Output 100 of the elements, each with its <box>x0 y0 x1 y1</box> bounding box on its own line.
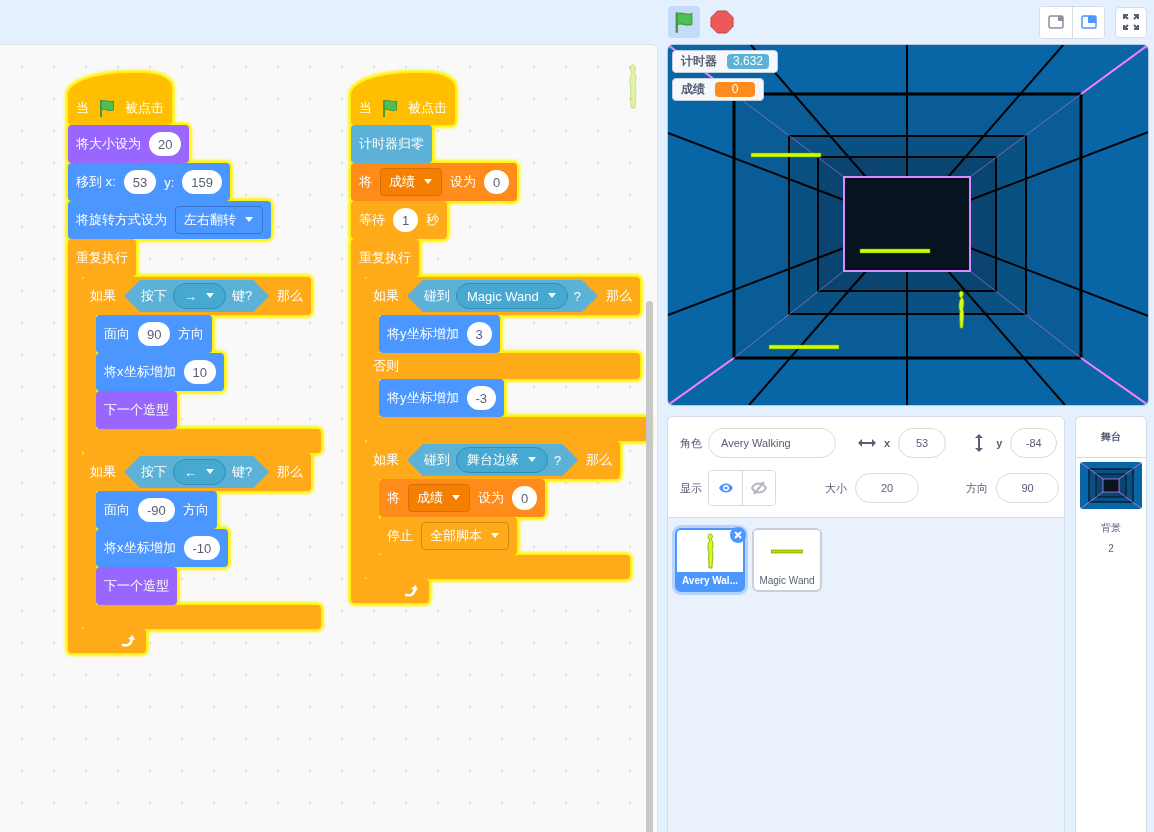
block-label: ? <box>573 288 581 304</box>
sprite-tile[interactable]: Magic Wand <box>752 528 822 592</box>
block-label: 将旋转方式设为 <box>76 211 167 229</box>
block-label: 下一个造型 <box>104 401 169 419</box>
command-block[interactable]: 面向 -90 方向 <box>96 491 217 529</box>
caret-icon <box>205 469 215 475</box>
block-label: 计时器归零 <box>359 135 424 153</box>
show-label: 显示 <box>680 480 703 496</box>
sprite-name: Magic Wand <box>759 575 815 586</box>
command-block[interactable]: 将大小设为 20 <box>68 125 190 163</box>
number-input[interactable]: -90 <box>138 498 175 522</box>
number-input[interactable]: 0 <box>512 486 538 510</box>
block-label: 重复执行 <box>359 249 411 267</box>
normal-stage-button[interactable] <box>1072 6 1104 38</box>
wand-sprite[interactable] <box>859 248 931 254</box>
number-input[interactable]: 3 <box>466 322 492 346</box>
block-label: y: <box>164 174 175 190</box>
command-block[interactable]: 将y坐标增加 -3 <box>379 379 505 417</box>
block-label: 停止 <box>387 527 413 545</box>
number-input[interactable]: 10 <box>183 360 216 384</box>
normal-stage-icon <box>1080 15 1097 29</box>
block-label: 当 <box>359 98 372 117</box>
small-stage-icon <box>1048 15 1064 29</box>
caret-icon <box>244 217 254 223</box>
block-label: 重复执行 <box>76 249 128 267</box>
hide-sprite-button[interactable] <box>742 471 775 505</box>
block-label: 如果 <box>90 463 116 481</box>
size-label: 大小 <box>825 480 847 496</box>
block-label: 键? <box>232 463 253 481</box>
block-label: 方向 <box>178 325 205 343</box>
block-label: 将x坐标增加 <box>104 363 176 381</box>
block-label: 将 <box>359 173 372 191</box>
block-label: 下一个造型 <box>104 577 169 595</box>
caret-icon <box>490 533 500 539</box>
eye-slash-icon <box>751 480 767 496</box>
fullscreen-button[interactable] <box>1115 6 1147 38</box>
caret-icon <box>527 457 537 463</box>
x-label: x <box>884 437 891 449</box>
block-label: 那么 <box>277 463 304 481</box>
block-label: 那么 <box>277 287 304 305</box>
block-label: 将y坐标增加 <box>387 389 459 407</box>
caret-icon <box>451 495 461 501</box>
number-input[interactable]: -3 <box>466 386 497 410</box>
backdrop-count: 2 <box>1108 543 1114 554</box>
wand-sprite[interactable] <box>750 152 822 158</box>
sprite-label: 角色 <box>680 435 703 451</box>
caret-icon <box>205 293 215 299</box>
block-label: 被点击 <box>408 98 447 117</box>
number-input[interactable]: 1 <box>393 208 419 232</box>
direction-label: 方向 <box>966 480 988 496</box>
monitor-label: 成绩 <box>681 81 705 98</box>
variable-monitor[interactable]: 成绩 0 <box>672 78 764 101</box>
block-label: 面向 <box>104 501 130 519</box>
flag-button[interactable] <box>668 6 700 38</box>
caret-icon <box>546 293 557 299</box>
block-label: 方向 <box>182 501 209 519</box>
variable-monitor[interactable]: 计时器 3.632 <box>672 50 779 73</box>
wand-sprite[interactable] <box>768 344 840 350</box>
block-label: 如果 <box>373 287 399 305</box>
delete-button[interactable] <box>730 527 746 543</box>
number-input[interactable]: 20 <box>149 132 182 156</box>
backdrop-thumbnail[interactable] <box>1080 462 1142 509</box>
fullscreen-icon <box>1123 14 1139 30</box>
walking-figure-drawing[interactable] <box>958 290 965 329</box>
command-block[interactable]: 移到 x: 53 y: 159 <box>68 163 231 201</box>
block-label: 将y坐标增加 <box>387 325 459 343</box>
block-label: 如果 <box>373 451 399 469</box>
block-label: 那么 <box>606 287 632 305</box>
command-block[interactable]: 将 成绩 设为 0 <box>351 163 518 201</box>
block-label: 碰到 <box>424 287 450 305</box>
command-block[interactable]: 将x坐标增加 10 <box>96 353 224 391</box>
block-label: 将x坐标增加 <box>104 539 176 557</box>
number-input[interactable]: 0 <box>484 170 510 194</box>
loop-arrow-icon <box>403 584 419 598</box>
block-label: 将大小设为 <box>76 135 141 153</box>
block-label: 秒 <box>426 211 440 229</box>
sprite-figure-icon <box>627 63 639 111</box>
command-block[interactable]: 下一个造型 <box>96 567 177 605</box>
command-block[interactable]: 面向 90 方向 <box>96 315 213 353</box>
block-label: 等待 <box>359 211 385 229</box>
number-input[interactable]: -10 <box>183 536 221 560</box>
command-block[interactable]: 等待 1 秒 <box>351 201 448 239</box>
eye-icon <box>717 482 734 494</box>
block-label: ? <box>554 452 562 468</box>
number-input[interactable]: 53 <box>123 170 157 194</box>
block-label: 面向 <box>104 325 130 343</box>
block-label: 如果 <box>90 287 116 305</box>
number-input[interactable]: 159 <box>182 170 223 194</box>
close-icon <box>734 531 742 539</box>
command-block[interactable]: 将 成绩 设为 0 <box>379 479 546 517</box>
command-block[interactable]: 将y坐标增加 3 <box>379 315 500 353</box>
command-block[interactable]: 将x坐标增加 -10 <box>96 529 229 567</box>
block-label: 当 <box>76 98 89 117</box>
block-label: 按下 <box>141 463 167 481</box>
command-block[interactable]: 下一个造型 <box>96 391 177 429</box>
monitor-value: 0 <box>715 82 755 97</box>
block-label: 移到 x: <box>76 173 116 191</box>
number-input[interactable]: 90 <box>138 322 171 346</box>
loop-arrow-icon <box>120 634 136 648</box>
flag-icon <box>97 97 117 118</box>
